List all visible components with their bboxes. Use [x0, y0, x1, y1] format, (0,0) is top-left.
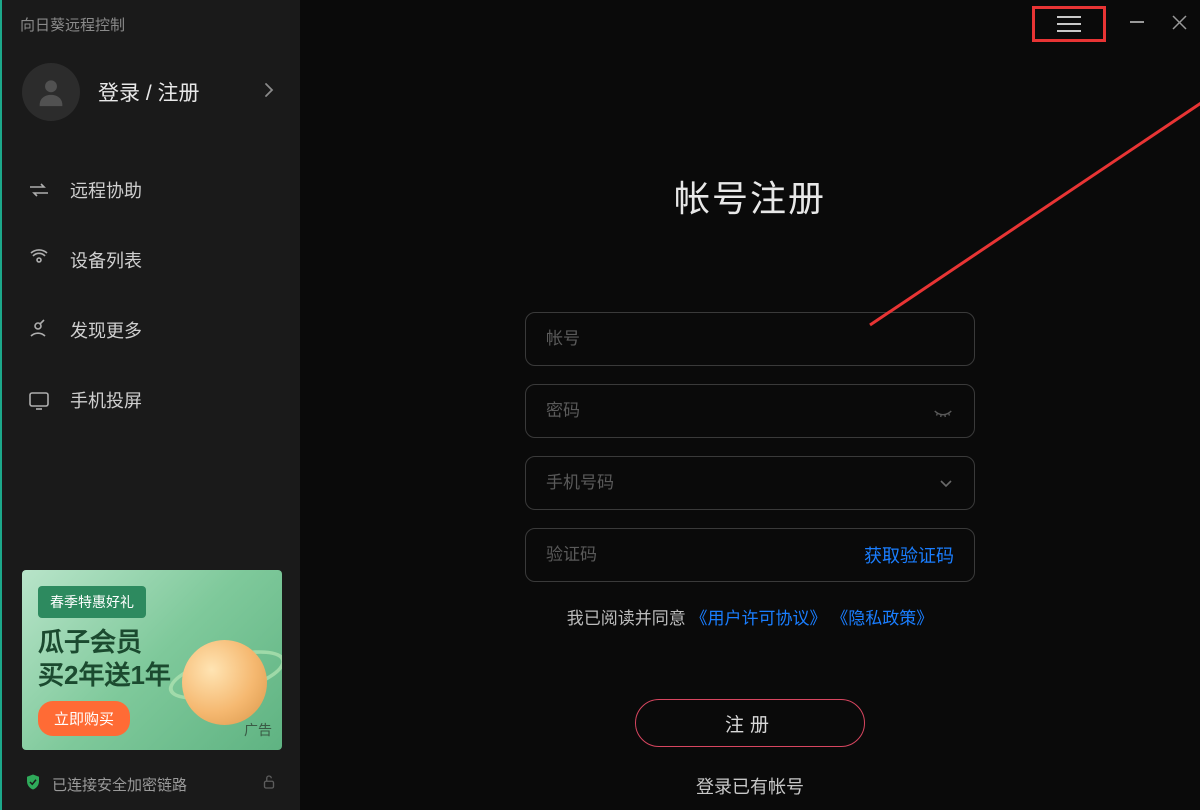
register-form: 帐号注册 获: [525, 170, 975, 799]
nav-label: 设备列表: [70, 247, 142, 273]
chevron-right-icon: [264, 82, 274, 103]
promo-banner[interactable]: 春季特惠好礼 瓜子会员买2年送1年 立即购买 广告: [22, 570, 282, 750]
nav-screen-cast[interactable]: 手机投屏: [2, 365, 300, 435]
privacy-link[interactable]: 《隐私政策》: [831, 609, 933, 628]
window-controls: [1032, 0, 1200, 44]
agree-row: 我已阅读并同意 《用户许可协议》 《隐私政策》: [567, 604, 933, 629]
shield-check-icon: [24, 773, 42, 795]
nav-label: 发现更多: [70, 317, 142, 343]
nav-device-list[interactable]: 设备列表: [2, 225, 300, 295]
avatar: [22, 63, 80, 121]
sidebar: 向日葵远程控制 登录 / 注册 远程协助 设备列表: [0, 0, 300, 810]
get-code-button[interactable]: 获取验证码: [864, 542, 954, 568]
agree-prefix: 我已阅读并同意: [567, 609, 686, 628]
password-field-wrap: [525, 384, 975, 438]
code-field-wrap: 获取验证码: [525, 528, 975, 582]
code-input[interactable]: [546, 545, 864, 565]
login-existing-link[interactable]: 登录已有帐号: [696, 773, 804, 799]
nav-label: 手机投屏: [70, 387, 142, 413]
promo-ad-tag: 广告: [244, 720, 272, 740]
account-input[interactable]: [546, 329, 954, 349]
close-button[interactable]: [1158, 4, 1200, 40]
eye-closed-icon[interactable]: [932, 400, 954, 422]
nav-remote-assist[interactable]: 远程协助: [2, 155, 300, 225]
register-button[interactable]: 注册: [635, 699, 865, 747]
phone-field-wrap: [525, 456, 975, 510]
radar-icon: [26, 247, 52, 273]
promo-decoration: [182, 640, 267, 725]
login-register-row[interactable]: 登录 / 注册: [2, 45, 300, 145]
main-content: 帐号注册 获: [300, 0, 1200, 810]
close-icon: [1172, 15, 1187, 30]
app-title: 向日葵远程控制: [2, 0, 300, 45]
hamburger-icon: [1057, 23, 1081, 25]
nav: 远程协助 设备列表 发现更多 手机投屏: [2, 145, 300, 435]
form-title: 帐号注册: [674, 170, 826, 222]
password-input[interactable]: [546, 401, 932, 421]
account-field-wrap: [525, 312, 975, 366]
login-register-label: 登录 / 注册: [98, 77, 264, 107]
user-icon: [34, 75, 68, 109]
lock-icon[interactable]: [260, 773, 278, 795]
minimize-button[interactable]: [1116, 4, 1158, 40]
status-bar: 已连接安全加密链路: [2, 758, 300, 810]
status-text: 已连接安全加密链路: [52, 774, 187, 795]
swap-icon: [26, 177, 52, 203]
cast-icon: [26, 387, 52, 413]
promo-badge: 春季特惠好礼: [38, 586, 146, 618]
chevron-down-icon[interactable]: [938, 475, 954, 491]
phone-input[interactable]: [546, 473, 938, 493]
nav-label: 远程协助: [70, 177, 142, 203]
promo-buy-button[interactable]: 立即购买: [38, 701, 130, 736]
menu-button[interactable]: [1032, 6, 1106, 42]
satellite-icon: [26, 317, 52, 343]
license-link[interactable]: 《用户许可协议》: [691, 609, 827, 628]
nav-discover[interactable]: 发现更多: [2, 295, 300, 365]
